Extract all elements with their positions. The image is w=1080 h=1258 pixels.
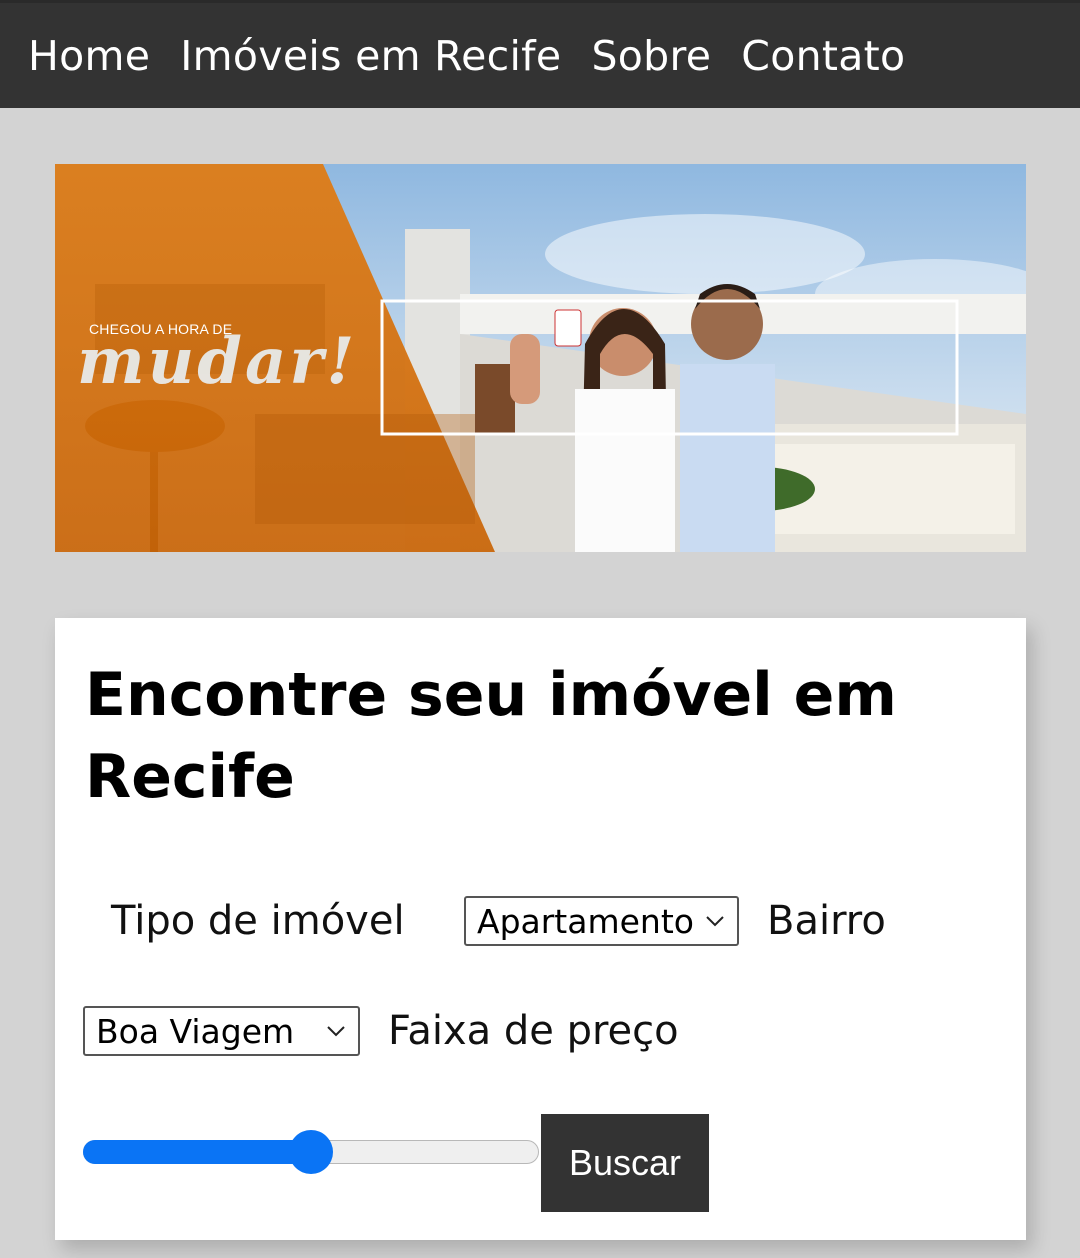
hero-banner: CHEGOU A HORA DE mudar!: [55, 164, 1026, 552]
chevron-down-icon: [327, 1026, 345, 1037]
neighborhood-label: Bairro: [767, 898, 886, 944]
top-navigation: Home Imóveis em Recife Sobre Contato: [0, 0, 1080, 108]
slider-thumb[interactable]: [289, 1130, 333, 1174]
property-type-select[interactable]: Apartamento: [464, 896, 739, 946]
property-type-label: Tipo de imóvel: [111, 898, 405, 944]
nav-sobre-link[interactable]: Sobre: [591, 32, 711, 80]
search-button[interactable]: Buscar: [541, 1114, 709, 1212]
neighborhood-select[interactable]: Boa Viagem: [83, 1006, 360, 1056]
search-card: Encontre seu imóvel em Recife Tipo de im…: [55, 618, 1026, 1240]
nav-contato-link[interactable]: Contato: [741, 32, 905, 80]
neighborhood-value: Boa Viagem: [96, 1011, 295, 1051]
nav-home-link[interactable]: Home: [28, 32, 150, 80]
price-range-label: Faixa de preço: [388, 1008, 679, 1054]
search-title: Encontre seu imóvel em Recife: [85, 660, 897, 812]
chevron-down-icon: [706, 916, 724, 927]
price-range-slider[interactable]: [83, 1130, 539, 1174]
property-type-value: Apartamento: [477, 901, 694, 941]
banner-headline: mudar!: [77, 324, 358, 399]
slider-fill: [83, 1140, 311, 1164]
nav-imoveis-link[interactable]: Imóveis em Recife: [180, 32, 561, 80]
